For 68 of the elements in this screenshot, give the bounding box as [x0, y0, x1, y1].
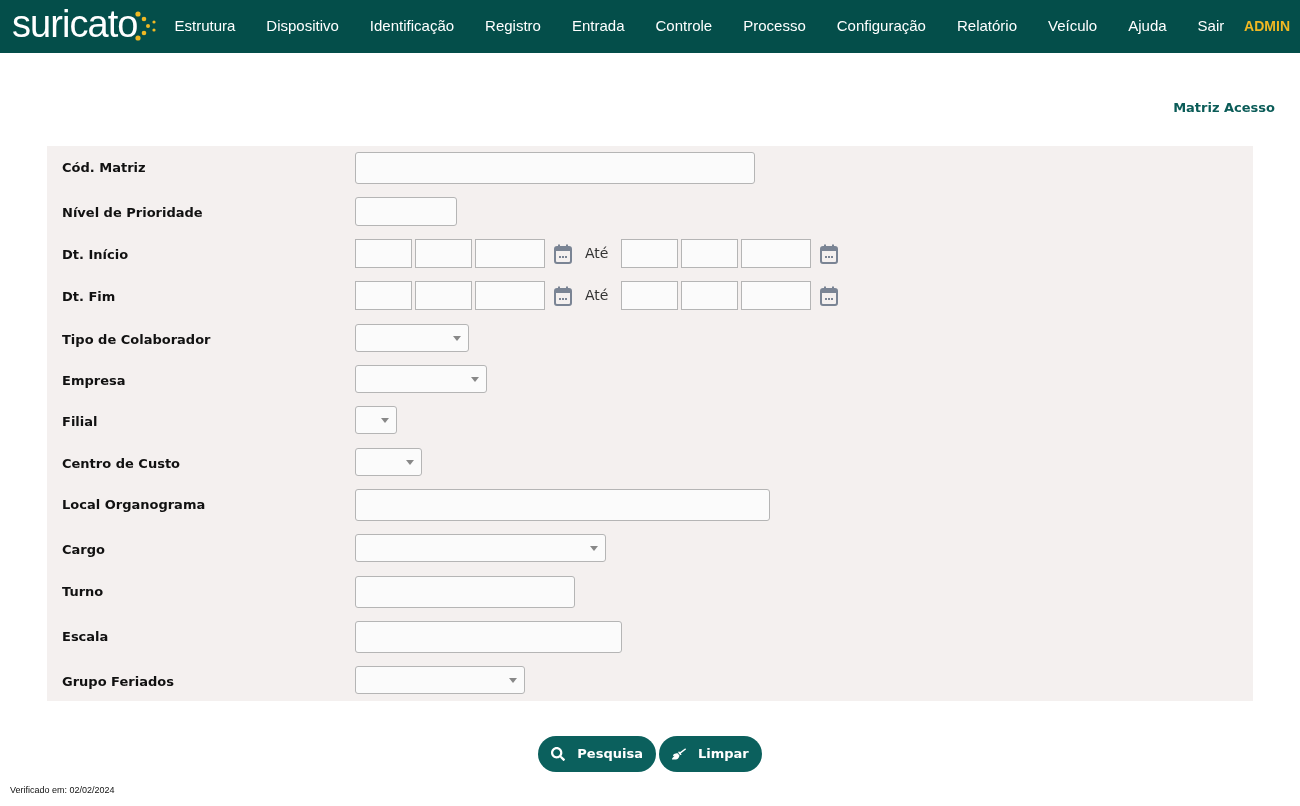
- dropdown-field[interactable]: [355, 406, 397, 435]
- menu-item[interactable]: Processo: [743, 15, 806, 38]
- field-label: Local Organograma: [61, 496, 207, 515]
- logo[interactable]: suricato: [12, 9, 157, 44]
- field-label: Tipo de Colaborador: [61, 330, 212, 349]
- dropdown-field[interactable]: [355, 447, 422, 476]
- page-title: Matriz Acesso: [1173, 99, 1275, 117]
- date-part-field[interactable]: [355, 239, 412, 269]
- field-label: Cód. Matriz: [61, 158, 147, 177]
- field-label: Filial: [61, 413, 99, 432]
- dropdown-field[interactable]: [355, 365, 487, 394]
- dropdown-arrow-icon: [453, 335, 461, 341]
- user-name[interactable]: ADMIN: [1244, 16, 1290, 37]
- calendar-icon[interactable]: [820, 243, 839, 264]
- broom-icon: [671, 746, 686, 761]
- menu-item[interactable]: Ajuda: [1128, 15, 1167, 38]
- text-field[interactable]: [355, 196, 457, 226]
- date-part-field[interactable]: [741, 239, 812, 269]
- calendar-icon[interactable]: [554, 243, 572, 264]
- field-label: Centro de Custo: [61, 454, 182, 473]
- menu-item[interactable]: Entrada: [571, 15, 625, 38]
- menu-item[interactable]: Configuração: [836, 15, 926, 38]
- date-part-field[interactable]: [415, 239, 472, 269]
- field-label: Turno: [61, 582, 105, 601]
- text-field[interactable]: [355, 489, 770, 522]
- date-part-field[interactable]: [681, 281, 739, 311]
- date-part-field[interactable]: [415, 281, 472, 311]
- date-part-field[interactable]: [681, 239, 739, 269]
- dropdown-arrow-icon: [406, 459, 414, 465]
- text-field[interactable]: [355, 575, 575, 608]
- field-label: Dt. Fim: [61, 288, 117, 307]
- date-part-field[interactable]: [475, 281, 545, 311]
- field-label: Cargo: [61, 541, 106, 560]
- text-field[interactable]: [355, 621, 622, 654]
- range-separator-label: Até: [585, 244, 609, 264]
- field-label: Empresa: [61, 372, 127, 391]
- dropdown-arrow-icon: [471, 377, 479, 383]
- menu-item[interactable]: Registro: [485, 15, 541, 38]
- dropdown-arrow-icon: [509, 678, 517, 684]
- action-button[interactable]: Limpar: [658, 735, 762, 772]
- range-separator-label: Até: [585, 286, 609, 306]
- date-part-field[interactable]: [621, 239, 679, 269]
- dropdown-field[interactable]: [355, 323, 469, 352]
- menu-item[interactable]: Identificação: [369, 15, 455, 38]
- verification-date-text: Verificado em: 02/02/2024: [10, 783, 115, 797]
- calendar-icon[interactable]: [554, 286, 572, 306]
- search-icon: [551, 746, 566, 761]
- date-part-field[interactable]: [355, 281, 412, 311]
- dropdown-field[interactable]: [355, 534, 606, 563]
- dropdown-arrow-icon: [590, 546, 598, 552]
- action-button[interactable]: Pesquisa: [538, 735, 656, 772]
- text-field[interactable]: [355, 151, 755, 184]
- field-label: Grupo Feriados: [61, 673, 175, 692]
- menu-item[interactable]: Dispositivo: [266, 15, 339, 38]
- dropdown-field[interactable]: [355, 666, 525, 695]
- field-label: Dt. Início: [61, 246, 130, 265]
- menu-item[interactable]: Estrutura: [174, 15, 236, 38]
- calendar-icon[interactable]: [820, 286, 839, 306]
- field-label: Nível de Prioridade: [61, 203, 204, 222]
- menu-item[interactable]: Sair: [1197, 15, 1225, 38]
- date-part-field[interactable]: [621, 281, 679, 311]
- dropdown-arrow-icon: [381, 418, 389, 424]
- menu-item[interactable]: Controle: [655, 15, 713, 38]
- menu-item[interactable]: Relatório: [956, 15, 1017, 38]
- menu-item[interactable]: Veículo: [1048, 15, 1098, 38]
- date-part-field[interactable]: [741, 281, 812, 311]
- date-part-field[interactable]: [475, 239, 545, 269]
- field-label: Escala: [61, 628, 110, 647]
